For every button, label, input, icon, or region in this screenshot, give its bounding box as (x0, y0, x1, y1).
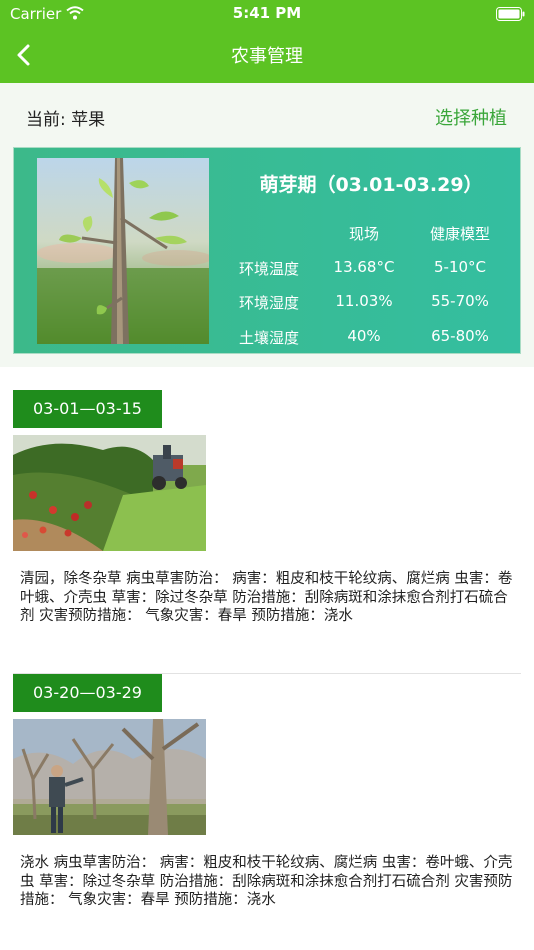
apple-orchard-tractor-photo (13, 435, 206, 551)
growth-stage-card: 萌芽期（03.01-03.29） 现场 健康模型 环境温度 13.68°C 5-… (13, 147, 521, 354)
stats-header-model: 健康模型 (429, 225, 490, 243)
period-description: 浇水 病虫草害防治： 病害：粗皮和枝干轮纹病、腐烂病 虫害：卷叶蛾、介壳虫 草害… (20, 855, 513, 908)
current-crop-bar: 当前: 苹果 选择种植 (0, 83, 534, 147)
stage-title: 萌芽期（03.01-03.29） (259, 174, 483, 196)
stats-metric: 环境温度 (238, 260, 299, 278)
orchard-pruning-worker-photo (13, 719, 206, 835)
stats-model: 5-10°C (433, 258, 487, 276)
stats-model: 55-70% (431, 292, 489, 310)
period-description: 清园，除冬杂草 病虫草害防治： 病害：粗皮和枝干轮纹病、腐烂病 虫害：卷叶蛾、介… (20, 571, 513, 624)
clock-time: 5:41 PM (232, 4, 302, 22)
date-range-badge: 03-01—03-15 (13, 390, 162, 428)
battery-icon (496, 6, 526, 25)
stats-actual: 11.03% (335, 292, 393, 310)
period-item: 03-01—03-15 清园，除冬杂草 病虫草害防治： 病害：粗皮和枝干轮纹病、… (0, 390, 534, 650)
stats-actual: 40% (347, 327, 381, 345)
period-list[interactable]: 03-01—03-15 清园，除冬杂草 病虫草害防治： 病害：粗皮和枝干轮纹病、… (0, 367, 534, 950)
stats-model: 65-80% (431, 327, 489, 345)
stats-header-actual: 现场 (348, 225, 379, 243)
status-bar: Carrier 5:41 PM (0, 0, 534, 28)
stats-metric: 土壤湿度 (238, 329, 299, 347)
stats-actual: 13.68°C (333, 258, 395, 276)
choose-planting-link[interactable]: 选择种植 (435, 104, 507, 130)
current-crop-label: 当前: 苹果 (26, 110, 106, 130)
period-item: 03-20—03-29 浇水 病虫草害防治： 病害：粗皮和枝干轮纹病、腐烂病 虫… (0, 674, 534, 944)
stats-metric: 环境湿度 (238, 294, 299, 312)
apple-sprout-photo (37, 158, 209, 344)
date-range-badge: 03-20—03-29 (13, 674, 162, 712)
navigation-bar: 农事管理 (0, 28, 534, 83)
page-title: 农事管理 (231, 46, 303, 67)
